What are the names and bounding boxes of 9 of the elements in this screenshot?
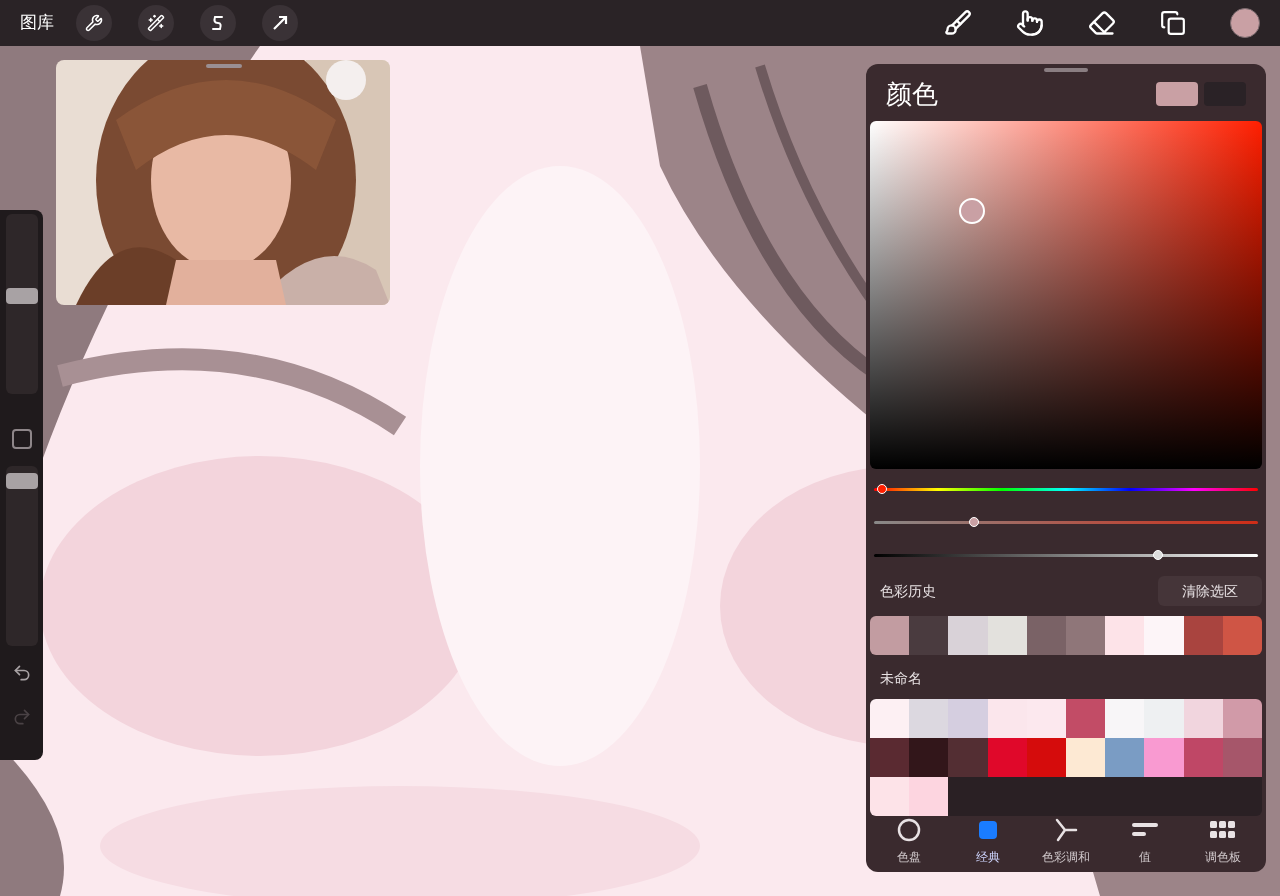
eraser-icon[interactable] bbox=[1088, 9, 1116, 37]
magic-wand-icon[interactable] bbox=[138, 5, 174, 41]
current-color-button[interactable] bbox=[1230, 8, 1260, 38]
layers-icon[interactable] bbox=[1160, 10, 1186, 36]
brush-icon[interactable] bbox=[944, 9, 972, 37]
finger-icon[interactable] bbox=[1016, 9, 1044, 37]
selection-icon[interactable] bbox=[200, 5, 236, 41]
wrench-icon[interactable] bbox=[76, 5, 112, 41]
gallery-button[interactable]: 图库 bbox=[20, 10, 54, 36]
